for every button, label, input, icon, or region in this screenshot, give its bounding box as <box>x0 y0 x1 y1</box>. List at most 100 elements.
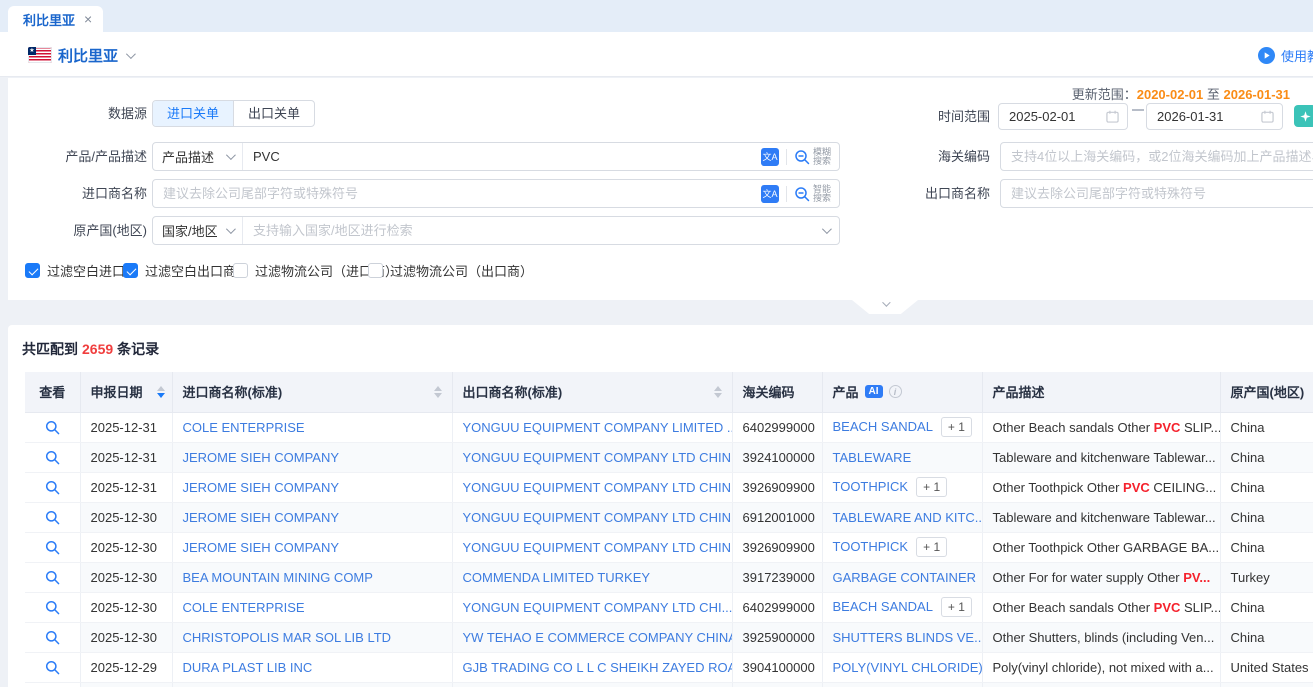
origin-search-group: 国家/地区 <box>152 216 840 245</box>
cell-product: POLY(VINYL CHLORIDE) <box>822 652 982 682</box>
importer-link[interactable]: COLE ENTERPRISE <box>183 600 305 615</box>
product-tag-link[interactable]: BEACH SANDAL <box>833 419 933 434</box>
exporter-link[interactable]: YONGUN EQUIPMENT COMPANY LTD CHI... <box>463 600 733 615</box>
col-exporter[interactable]: 出口商名称(标准) <box>452 372 732 412</box>
table-row <box>25 682 1313 687</box>
checkbox-filter-blank-exporter[interactable]: 过滤空白出口商 <box>123 261 236 280</box>
exporter-link[interactable]: YONGUU EQUIPMENT COMPANY LTD CHIN... <box>463 450 733 465</box>
cell-product: SHUTTERS BLINDS VE... <box>822 622 982 652</box>
exporter-link[interactable]: GJB TRADING CO L L C SHEIKH ZAYED ROA... <box>463 660 733 675</box>
magnifier-icon <box>45 540 60 555</box>
cell-hs-code: 3925900000 <box>732 622 822 652</box>
col-importer[interactable]: 进口商名称(标准) <box>172 372 452 412</box>
view-detail-button[interactable] <box>45 420 60 435</box>
importer-link[interactable]: BEA MOUNTAIN MINING COMP <box>183 570 373 585</box>
checkbox-filter-blank-importer[interactable]: 过滤空白进口商 <box>25 261 138 280</box>
table-row: 2025-12-30 JEROME SIEH COMPANY YONGUU EQ… <box>25 502 1313 532</box>
exporter-link[interactable]: YONGUU EQUIPMENT COMPANY LTD CHIN... <box>463 510 733 525</box>
help-tutorial-link[interactable]: 使用教程 <box>1258 46 1313 65</box>
view-detail-button[interactable] <box>45 660 60 675</box>
checkbox-icon[interactable] <box>123 263 138 278</box>
product-tag-link[interactable]: TABLEWARE <box>833 450 912 465</box>
exporter-link[interactable]: YONGUU EQUIPMENT COMPANY LTD CHIN... <box>463 540 733 555</box>
exporter-link[interactable]: YW TEHAO E COMMERCE COMPANY CHINA <box>463 630 733 645</box>
importer-link[interactable]: JEROME SIEH COMPANY <box>183 540 340 555</box>
checkbox-icon[interactable] <box>25 263 40 278</box>
product-field-select[interactable]: 产品描述 <box>153 143 243 170</box>
exporter-input[interactable] <box>1001 186 1313 201</box>
product-tag-link[interactable]: SHUTTERS BLINDS VE... <box>833 630 983 645</box>
translate-icon[interactable]: 文A <box>761 185 779 203</box>
date-start-input[interactable] <box>1009 109 1100 124</box>
ai-badge: AI <box>865 385 883 398</box>
exporter-link[interactable]: YONGUU EQUIPMENT COMPANY LIMITED ... <box>463 420 733 435</box>
product-tag-link[interactable]: POLY(VINYL CHLORIDE) <box>833 660 983 675</box>
fuzzy-search-button[interactable]: 模糊搜索 <box>794 148 831 166</box>
tab-liberia[interactable]: 利比里亚 × <box>8 6 103 32</box>
view-detail-button[interactable] <box>45 540 60 555</box>
importer-link[interactable]: JEROME SIEH COMPANY <box>183 450 340 465</box>
highlighted-keyword: PVC <box>1123 480 1150 495</box>
view-detail-button[interactable] <box>45 450 60 465</box>
product-tag-link[interactable]: GARBAGE CONTAINER <box>833 570 977 585</box>
origin-search-input[interactable] <box>243 223 822 238</box>
checkbox-filter-logistics-exporter[interactable]: 过滤物流公司（出口商） <box>368 261 533 280</box>
importer-link[interactable]: JEROME SIEH COMPANY <box>183 480 340 495</box>
hs-code-input[interactable] <box>1001 149 1313 164</box>
importer-link[interactable]: CHRISTOPOLIS MAR SOL LIB LTD <box>183 630 392 645</box>
date-end-input[interactable] <box>1157 109 1255 124</box>
translate-icon[interactable]: 文A <box>761 148 779 166</box>
cell-product-desc <box>982 682 1220 687</box>
view-detail-button[interactable] <box>45 510 60 525</box>
country-selector[interactable]: 利比里亚 <box>58 45 133 66</box>
importer-search-input[interactable] <box>153 186 761 201</box>
sort-icon <box>157 386 165 399</box>
tutorial-icon <box>1258 47 1275 64</box>
cell-product-desc: Other For for water supply Other PV... <box>982 562 1220 592</box>
quick-date-button[interactable] <box>1294 105 1313 127</box>
product-tag-link[interactable]: TOOTHPICK <box>833 539 909 554</box>
info-icon[interactable]: i <box>889 385 902 398</box>
product-tag-link[interactable]: TOOTHPICK <box>833 479 909 494</box>
smart-search-button[interactable]: 智能搜索 <box>794 185 831 203</box>
view-detail-button[interactable] <box>45 480 60 495</box>
highlighted-keyword: PV... <box>1183 570 1210 585</box>
cell-product-desc: Other Toothpick Other GARBAGE BA... <box>982 532 1220 562</box>
cell-origin <box>1220 682 1313 687</box>
magnifier-icon <box>45 660 60 675</box>
origin-field-select[interactable]: 国家/地区 <box>153 217 243 244</box>
importer-link[interactable]: COLE ENTERPRISE <box>183 420 305 435</box>
cell-exporter <box>452 682 732 687</box>
chevron-down-icon <box>126 49 136 59</box>
checkbox-icon[interactable] <box>233 263 248 278</box>
plus-one-badge[interactable]: + 1 <box>916 537 947 557</box>
cell-importer: JEROME SIEH COMPANY <box>172 472 452 502</box>
exporter-link[interactable]: COMMENDA LIMITED TURKEY <box>463 570 651 585</box>
date-start-field[interactable] <box>998 103 1128 130</box>
cell-importer: JEROME SIEH COMPANY <box>172 442 452 472</box>
product-search-input[interactable] <box>243 149 761 164</box>
date-end-field[interactable] <box>1146 103 1283 130</box>
collapse-panel-handle[interactable] <box>852 300 918 314</box>
view-detail-button[interactable] <box>45 570 60 585</box>
cell-product-desc: Tableware and kitchenware Tablewar... <box>982 442 1220 472</box>
col-declare-date[interactable]: 申报日期 <box>80 372 172 412</box>
plus-one-badge[interactable]: + 1 <box>941 417 972 437</box>
view-detail-button[interactable] <box>45 630 60 645</box>
product-tag-link[interactable]: TABLEWARE AND KITC... <box>833 510 983 525</box>
tab-close-icon[interactable]: × <box>84 12 92 26</box>
plus-one-badge[interactable]: + 1 <box>941 597 972 617</box>
calendar-icon <box>1261 110 1274 123</box>
plus-one-badge[interactable]: + 1 <box>916 477 947 497</box>
toggle-export-manifest[interactable]: 出口关单 <box>233 101 314 126</box>
tab-title: 利比里亚 <box>23 10 75 29</box>
importer-link[interactable]: DURA PLAST LIB INC <box>183 660 313 675</box>
exporter-link[interactable]: YONGUU EQUIPMENT COMPANY LTD CHIN... <box>463 480 733 495</box>
cell-product-desc: Poly(vinyl chloride), not mixed with a..… <box>982 652 1220 682</box>
product-tag-link[interactable]: BEACH SANDAL <box>833 599 933 614</box>
importer-link[interactable]: JEROME SIEH COMPANY <box>183 510 340 525</box>
toggle-import-manifest[interactable]: 进口关单 <box>153 101 233 126</box>
cell-hs-code: 6402999000 <box>732 592 822 622</box>
checkbox-icon[interactable] <box>368 263 383 278</box>
view-detail-button[interactable] <box>45 600 60 615</box>
